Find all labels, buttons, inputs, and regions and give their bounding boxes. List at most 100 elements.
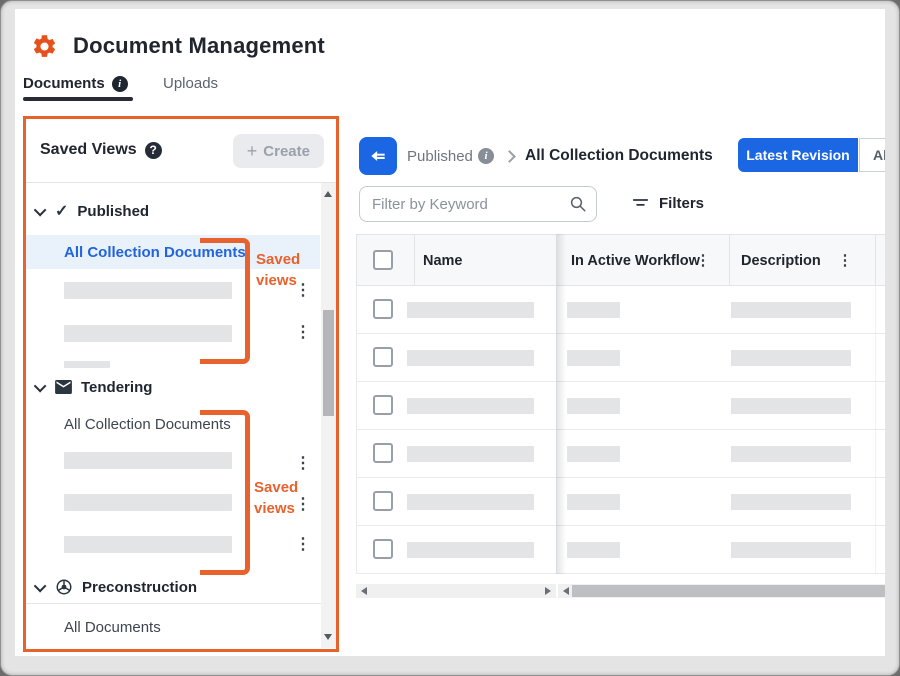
- tab-uploads[interactable]: Uploads: [163, 75, 218, 92]
- table-row[interactable]: [356, 478, 885, 526]
- column-header-name[interactable]: Name: [423, 253, 463, 269]
- row-checkbox[interactable]: [373, 347, 393, 367]
- scroll-right-arrow-icon[interactable]: [545, 587, 551, 595]
- info-icon[interactable]: i: [112, 76, 128, 92]
- scroll-up-arrow-icon[interactable]: [324, 191, 332, 197]
- collapse-panel-button[interactable]: [359, 137, 397, 175]
- table-row[interactable]: [356, 286, 885, 334]
- kebab-menu-icon[interactable]: ⋮: [294, 535, 312, 555]
- kebab-menu-icon[interactable]: ⋮: [695, 251, 711, 271]
- placeholder-bar: [567, 494, 620, 510]
- tab-documents-label: Documents: [23, 75, 105, 92]
- placeholder-bar: [731, 542, 851, 558]
- table-row[interactable]: [356, 382, 885, 430]
- group-published-label: Published: [77, 203, 149, 220]
- chevron-down-icon[interactable]: [34, 379, 47, 392]
- annotation-line: views: [256, 270, 300, 291]
- annotation-line: Saved: [256, 249, 300, 270]
- group-tendering-label: Tendering: [81, 379, 152, 396]
- filters-button[interactable]: Filters: [631, 194, 704, 212]
- breadcrumb-parent[interactable]: Published: [407, 148, 473, 165]
- placeholder-bar: [567, 302, 620, 318]
- app-surface: Document Management Documents i Uploads …: [15, 9, 885, 656]
- divider: [875, 526, 876, 573]
- group-preconstruction-label: Preconstruction: [82, 579, 197, 596]
- placeholder-bar: [567, 542, 620, 558]
- table-header: Name In Active Workflow ⋮ Description ⋮: [356, 234, 885, 286]
- create-button-label: Create: [263, 143, 310, 160]
- group-tendering[interactable]: Tendering: [26, 373, 152, 401]
- page-title: Document Management: [73, 33, 325, 59]
- search-icon: [569, 195, 587, 213]
- placeholder-bar: [731, 350, 851, 366]
- chevron-down-icon[interactable]: [34, 203, 47, 216]
- placeholder-bar: [731, 302, 851, 318]
- placeholder-bar: [407, 494, 534, 510]
- row-checkbox[interactable]: [373, 299, 393, 319]
- keyword-filter-input[interactable]: [359, 186, 597, 222]
- placeholder-bar: [407, 446, 534, 462]
- row-checkbox[interactable]: [373, 395, 393, 415]
- breadcrumb-current: All Collection Documents: [525, 147, 713, 165]
- kebab-menu-icon[interactable]: ⋮: [294, 454, 312, 474]
- group-preconstruction[interactable]: Preconstruction: [26, 573, 197, 601]
- info-icon[interactable]: i: [478, 148, 494, 164]
- table-row[interactable]: [356, 526, 885, 574]
- scroll-down-arrow-icon[interactable]: [324, 634, 332, 640]
- saved-views-panel: Saved Views ? + Create ✓ Published All C…: [23, 116, 339, 652]
- placeholder-bar: [407, 350, 534, 366]
- tab-uploads-label: Uploads: [163, 75, 218, 92]
- gear-icon: [31, 33, 58, 60]
- all-revisions-button[interactable]: All: [859, 138, 885, 172]
- row-checkbox[interactable]: [373, 443, 393, 463]
- divider: [875, 286, 876, 333]
- latest-revision-button[interactable]: Latest Revision: [738, 138, 858, 172]
- row-checkbox[interactable]: [373, 539, 393, 559]
- check-icon: ✓: [55, 201, 68, 221]
- table-horizontal-scrollbar[interactable]: [558, 584, 885, 598]
- help-icon[interactable]: ?: [145, 142, 162, 159]
- frozen-columns-horizontal-scrollbar[interactable]: [356, 584, 556, 598]
- plus-icon: +: [247, 142, 258, 160]
- table-row[interactable]: [356, 334, 885, 382]
- tab-documents[interactable]: Documents i: [23, 75, 128, 92]
- saved-views-header: Saved Views ? + Create: [26, 119, 336, 183]
- placeholder-bar: [407, 302, 534, 318]
- active-tab-underline: [23, 97, 133, 101]
- chevron-right-icon: [503, 150, 516, 163]
- chevron-down-icon[interactable]: [34, 579, 47, 592]
- scrollbar-thumb[interactable]: [572, 585, 885, 597]
- filter-lines-icon: [631, 194, 650, 212]
- placeholder-bar: [407, 398, 534, 414]
- column-header-in-active-workflow[interactable]: In Active Workflow: [571, 253, 700, 269]
- table-row[interactable]: [356, 430, 885, 478]
- group-published[interactable]: ✓ Published: [26, 197, 149, 225]
- annotation-line: views: [254, 498, 298, 519]
- scroll-left-arrow-icon[interactable]: [563, 587, 569, 595]
- envelope-icon: [55, 380, 72, 394]
- window-frame: Document Management Documents i Uploads …: [0, 0, 900, 676]
- scroll-left-arrow-icon[interactable]: [361, 587, 367, 595]
- placeholder-bar: [731, 446, 851, 462]
- kebab-menu-icon[interactable]: ⋮: [837, 251, 853, 271]
- annotation-bracket-bottom: [200, 410, 250, 575]
- panel-vertical-scrollbar[interactable]: [321, 183, 336, 648]
- annotation-line: Saved: [254, 477, 298, 498]
- annotation-label-bottom: Saved views: [254, 477, 298, 519]
- select-all-checkbox[interactable]: [373, 250, 393, 270]
- create-button[interactable]: + Create: [233, 134, 324, 168]
- placeholder-bar: [567, 398, 620, 414]
- annotation-bracket-top: [200, 238, 250, 364]
- kebab-menu-icon[interactable]: ⋮: [294, 323, 312, 343]
- row-checkbox[interactable]: [373, 491, 393, 511]
- scrollbar-thumb[interactable]: [323, 310, 334, 416]
- arrow-left-icon: [368, 146, 388, 166]
- filters-label: Filters: [659, 195, 704, 212]
- divider: [875, 382, 876, 429]
- placeholder-bar: [567, 350, 620, 366]
- keyword-filter: [359, 186, 597, 222]
- tree-item[interactable]: All Documents: [64, 619, 161, 636]
- placeholder-bar: [731, 398, 851, 414]
- divider: [875, 430, 876, 477]
- column-header-description[interactable]: Description: [741, 253, 821, 269]
